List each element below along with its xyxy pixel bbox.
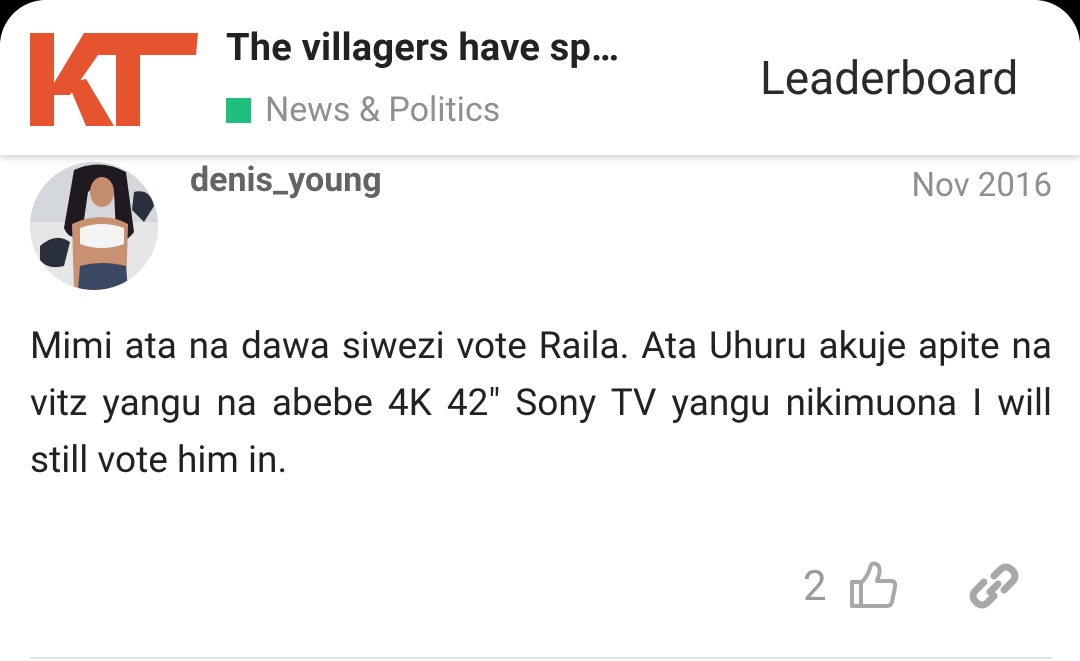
link-icon[interactable] xyxy=(968,562,1020,610)
like-count[interactable]: 2 xyxy=(803,562,827,611)
post-body: Mimi ata na dawa siwezi vote Raila. Ata … xyxy=(30,325,1052,482)
topic-title[interactable]: The villagers have sp… xyxy=(226,26,619,70)
post-date[interactable]: Nov 2016 xyxy=(912,166,1052,205)
user-avatar[interactable] xyxy=(30,162,158,290)
post-divider xyxy=(30,657,1052,659)
category-color-swatch xyxy=(226,97,251,123)
topic-header: The villagers have sp… News & Politics L… xyxy=(0,0,1080,155)
category-badge[interactable]: News & Politics xyxy=(226,90,501,130)
app-screen: The villagers have sp… News & Politics L… xyxy=(0,0,1080,661)
leaderboard-link[interactable]: Leaderboard xyxy=(760,52,1018,106)
avatar-image xyxy=(30,162,158,290)
kt-logo-icon xyxy=(30,33,198,126)
post-username[interactable]: denis_young xyxy=(190,160,382,200)
site-logo[interactable] xyxy=(30,33,198,126)
thumbs-up-icon[interactable] xyxy=(848,560,898,610)
category-label: News & Politics xyxy=(265,90,501,130)
